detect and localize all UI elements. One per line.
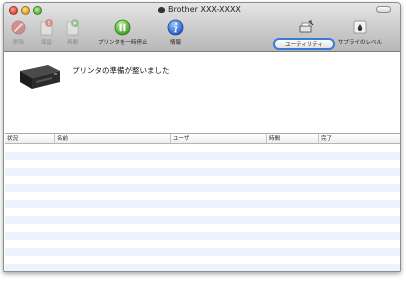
empty-row [5,184,400,192]
empty-row [5,240,400,248]
window-title-area: Brother XXX-XXXX [158,5,241,14]
printer-status-area: プリンタの準備が整いました [4,53,400,129]
empty-row [5,176,400,184]
empty-row [5,264,400,271]
pause-printer-button[interactable]: プリンタを一時停止 [98,18,148,46]
pause-icon [114,18,131,36]
close-window-button[interactable] [9,6,18,15]
supply-levels-icon [352,18,369,36]
empty-row [5,224,400,232]
hold-label: 保留 [40,40,52,46]
resume-label: 再開 [66,40,78,46]
empty-row [5,248,400,256]
utility-label: ユーティリティ [285,42,323,48]
empty-row [5,216,400,224]
empty-row [5,168,400,176]
printer-icon [18,61,62,95]
resume-button[interactable]: 再開 [64,18,81,46]
pause-printer-label: プリンタを一時停止 [98,40,148,46]
column-header-name[interactable]: 名前 [55,134,171,143]
empty-row [5,208,400,216]
toolbar: Brother XXX-XXXX 削除 保留 再開 プリンタを一時停止 情報 ユ… [4,3,400,52]
delete-label: 削除 [12,40,24,46]
delete-button[interactable]: 削除 [10,18,27,46]
utility-icon-wrap[interactable] [297,18,314,36]
column-header-time[interactable]: 時間 [267,134,319,143]
empty-row [5,144,400,152]
empty-row [5,152,400,160]
zoom-window-button[interactable] [33,6,42,15]
empty-row [5,160,400,168]
empty-row [5,200,400,208]
window-controls [9,6,42,15]
minimize-window-button[interactable] [21,6,30,15]
empty-row [5,256,400,264]
print-queue-window: Brother XXX-XXXX 削除 保留 再開 プリンタを一時停止 情報 ユ… [3,2,401,272]
toolbar-toggle-button[interactable] [376,6,391,13]
utility-icon [297,18,314,36]
info-button[interactable]: 情報 [167,18,184,46]
window-title: Brother XXX-XXXX [168,5,241,14]
empty-row [5,192,400,200]
job-list-body [5,144,400,271]
column-header-user[interactable]: ユーザ [171,134,267,143]
delete-icon [10,18,27,36]
hold-icon [38,18,55,36]
resume-icon [64,18,81,36]
job-list-table[interactable]: 状況 名前 ユーザ 時間 完了 [5,133,400,271]
supply-levels-label: サプライのレベル [338,40,383,46]
empty-row [5,232,400,240]
info-label: 情報 [169,40,181,46]
column-header-completed[interactable]: 完了 [319,134,400,143]
utility-button[interactable]: ユーティリティ [273,38,335,50]
supply-levels-button[interactable]: サプライのレベル [338,18,382,46]
info-icon [167,18,184,36]
job-list-header: 状況 名前 ユーザ 時間 完了 [5,134,400,144]
printer-title-icon [158,6,165,13]
printer-status-message: プリンタの準備が整いました [72,66,170,75]
column-header-status[interactable]: 状況 [5,134,55,143]
hold-button[interactable]: 保留 [38,18,55,46]
